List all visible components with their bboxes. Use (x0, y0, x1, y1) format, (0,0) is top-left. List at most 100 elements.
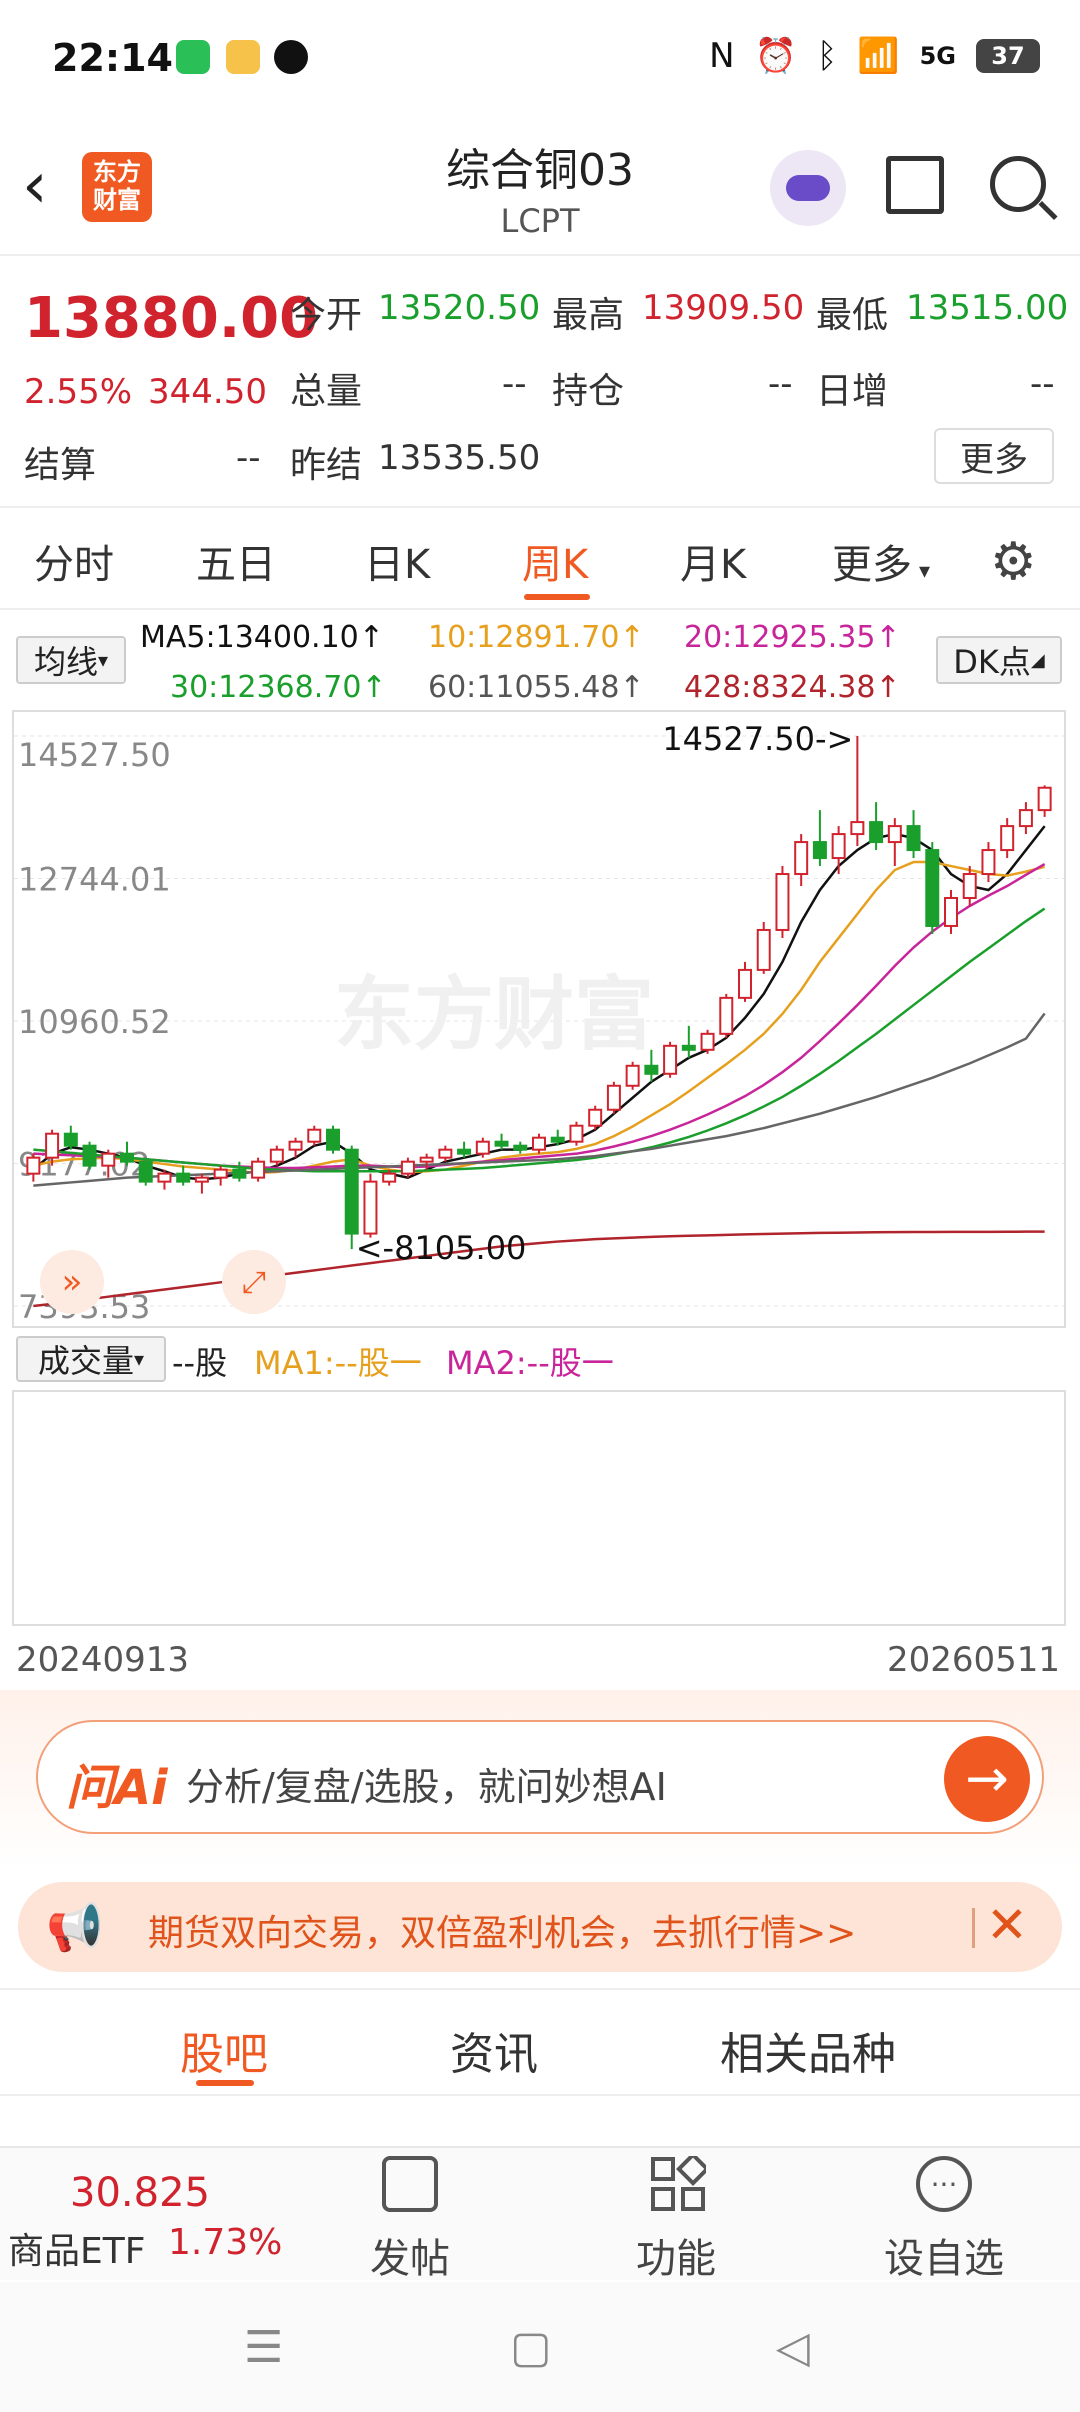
candle (925, 849, 940, 927)
nfc-icon: N (709, 36, 735, 76)
kline-chart[interactable]: 14527.5012744.0110960.529177.027393.53东方… (12, 710, 1066, 1328)
post-button[interactable]: 发帖 (370, 2226, 450, 2284)
volume-selector-label: 成交量 (37, 1342, 134, 1380)
candle (138, 1160, 153, 1183)
status-bar: 22:14 N ⏰ ᛒ 📶 5G 37 (0, 0, 1080, 120)
candle (438, 1148, 453, 1159)
ma10-value: 10:12891.70↑ (428, 620, 645, 655)
dk-point-button[interactable]: DK点 ◢ (936, 636, 1062, 684)
volume-indicator-selector[interactable]: 成交量 ▾ (16, 1336, 166, 1382)
tab-news[interactable]: 资讯 (450, 2018, 538, 2082)
candle (1018, 809, 1033, 828)
candle (475, 1140, 490, 1155)
volume-label: 总量 (290, 371, 363, 412)
candle (326, 1128, 340, 1151)
gear-icon[interactable]: ⚙ (990, 532, 1037, 592)
megaphone-icon: 📢 (46, 1900, 104, 1954)
ma428-line (33, 1230, 1045, 1308)
volume-chart[interactable] (12, 1390, 1066, 1626)
candle (850, 821, 865, 836)
y-tick-label: 10960.52 (18, 1003, 171, 1041)
candle (269, 1148, 284, 1163)
candle (869, 821, 884, 844)
change-percent: 2.55% (24, 372, 133, 412)
app-notification-icon (226, 40, 260, 74)
change-amount: 344.50 (148, 372, 267, 412)
tab-related[interactable]: 相关品种 (720, 2018, 896, 2082)
candle (812, 841, 827, 860)
tab-intraday[interactable]: 分时 (34, 532, 114, 590)
candle (194, 1176, 209, 1183)
more-quote-button[interactable]: 更多 (934, 428, 1054, 484)
settle-value: -- (236, 438, 261, 478)
daily-increase-label: 日增 (816, 371, 889, 412)
search-icon[interactable] (990, 156, 1046, 212)
candle (157, 1172, 172, 1183)
promo-text[interactable]: 期货双向交易，双倍盈利机会，去抓行情>> (148, 1904, 856, 1956)
y-tick-label: 14527.50 (18, 736, 171, 774)
etf-percent[interactable]: 1.73% (168, 2222, 282, 2263)
period-tabs: 分时 五日 日K 周K 月K 更多 ▾ ⚙ (0, 510, 1080, 610)
candle (307, 1128, 322, 1143)
chevron-down-icon: ▾ (912, 559, 931, 584)
more-dots-icon[interactable]: ··· (916, 2156, 972, 2212)
candle (400, 1160, 415, 1175)
candle (101, 1152, 116, 1167)
bluetooth-icon: ᛒ (816, 36, 838, 76)
low-label: 最低 (816, 295, 889, 336)
close-icon[interactable]: ✕ (986, 1896, 1028, 1954)
settle-label: 结算 (24, 445, 97, 486)
battery-icon: 37 (976, 39, 1040, 73)
etf-name[interactable]: 商品ETF (8, 2222, 145, 2274)
status-time: 22:14 (52, 36, 173, 80)
status-icons: N ⏰ ᛒ 📶 5G 37 (709, 36, 1040, 76)
candle (45, 1132, 60, 1159)
candle (906, 825, 921, 852)
ma30-value: 30:12368.70↑ (170, 670, 387, 705)
indicator-selector[interactable]: 均线 ▾ (16, 636, 126, 684)
grid-icon[interactable] (650, 2152, 710, 2212)
tab-guba[interactable]: 股吧 (180, 2018, 268, 2082)
candle (176, 1172, 191, 1183)
wifi-icon: 📶 (857, 36, 900, 76)
candle (775, 873, 790, 931)
tab-monthly-k[interactable]: 月K (680, 532, 746, 590)
end-date: 20260511 (886, 1640, 1060, 1680)
etf-price[interactable]: 30.825 (70, 2170, 210, 2216)
function-button[interactable]: 功能 (636, 2226, 716, 2284)
wechat-icon (176, 40, 210, 74)
expand-left-icon[interactable]: » (40, 1250, 104, 1314)
dk-point-label: DK点 (953, 643, 1031, 681)
candle (382, 1172, 397, 1183)
volume-ma1: MA1:--股一 (254, 1344, 422, 1382)
open-value: 13520.50 (378, 288, 541, 328)
tab-more-label: 更多 (832, 542, 912, 588)
candle (644, 1064, 659, 1075)
candle (962, 873, 977, 899)
active-tab-indicator (196, 2080, 254, 2086)
chevron-down-icon: ▾ (133, 1347, 145, 1371)
candle (738, 968, 752, 999)
edit-icon[interactable] (382, 2156, 438, 2212)
divider (0, 2094, 1080, 2096)
share-icon[interactable] (886, 156, 944, 214)
menu-icon[interactable]: ☰ (244, 2322, 283, 2373)
watermark: 东方财富 (334, 968, 654, 1061)
candle (344, 1148, 359, 1235)
corner-icon: ◢ (1030, 649, 1045, 671)
tab-five-day[interactable]: 五日 (196, 532, 276, 590)
candle (82, 1144, 97, 1167)
tab-daily-k[interactable]: 日K (364, 532, 430, 590)
ai-assistant-icon[interactable] (770, 150, 846, 226)
tab-weekly-k[interactable]: 周K (522, 532, 588, 590)
qq-icon (274, 40, 308, 74)
back-nav-icon[interactable]: ◁ (776, 2322, 810, 2373)
home-icon[interactable]: ▢ (510, 2322, 552, 2373)
fullscreen-icon[interactable]: ⤢ (222, 1250, 286, 1314)
tab-more[interactable]: 更多 ▾ (832, 532, 930, 590)
ai-prompt[interactable]: 分析/复盘/选股，就问妙想AI (186, 1756, 667, 1811)
add-favorite-button[interactable]: 设自选 (884, 2226, 1004, 2284)
candle (944, 896, 958, 927)
arrow-right-icon[interactable]: → (944, 1736, 1030, 1822)
candle (588, 1108, 603, 1127)
